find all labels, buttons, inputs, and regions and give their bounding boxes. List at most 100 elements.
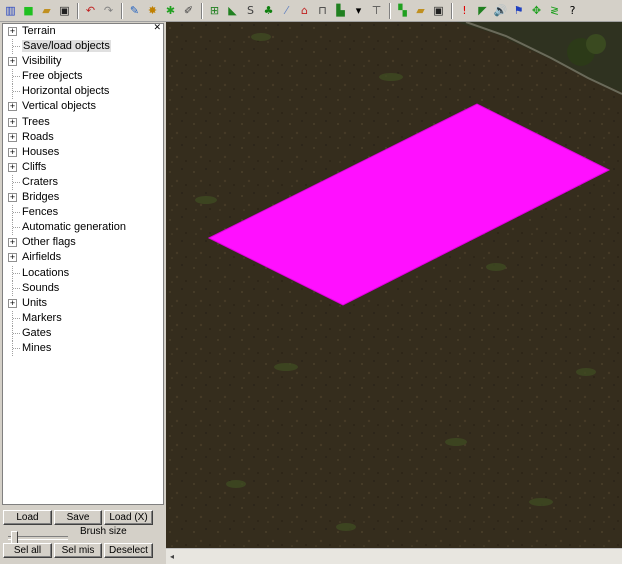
- expand-icon[interactable]: +: [8, 253, 17, 263]
- tree-item[interactable]: Sounds: [3, 280, 163, 296]
- brush-size-slider[interactable]: [8, 531, 68, 544]
- map-canvas[interactable]: [166, 22, 622, 548]
- tree-line: [12, 220, 20, 236]
- left-panel: ✕ + Terrain Save/load objects + Visibility Fr…: [0, 22, 166, 564]
- expand-icon[interactable]: +: [8, 147, 17, 157]
- sign-icon[interactable]: S: [242, 2, 259, 20]
- house-icon[interactable]: ⌂: [296, 2, 313, 20]
- tree-line: [12, 69, 20, 85]
- tree-item[interactable]: + Units: [3, 296, 163, 311]
- move-icon[interactable]: ✥: [528, 2, 545, 20]
- sound-icon[interactable]: 🔊: [492, 2, 509, 20]
- bridge-icon[interactable]: ⊤: [368, 2, 385, 20]
- undo-icon[interactable]: ↶: [82, 2, 99, 20]
- road-icon[interactable]: ⁄: [278, 2, 295, 20]
- tree-item[interactable]: Free objects: [3, 69, 163, 85]
- new-map-icon[interactable]: ■: [20, 2, 37, 20]
- toolbar-separator: [389, 2, 391, 19]
- alert-icon[interactable]: !: [456, 2, 473, 20]
- select-all-button[interactable]: Sel all: [3, 543, 52, 558]
- tree-item[interactable]: Automatic generation: [3, 220, 163, 236]
- brush-size-label: Brush size: [80, 526, 127, 537]
- objects-icon[interactable]: ⊞: [206, 2, 223, 20]
- tree-item[interactable]: + Terrain: [3, 24, 163, 39]
- flag-icon[interactable]: ▚: [394, 2, 411, 20]
- open-folder-icon[interactable]: ▰: [38, 2, 55, 20]
- help-icon[interactable]: ?: [564, 2, 581, 20]
- expand-icon[interactable]: +: [8, 238, 17, 248]
- marker-icon[interactable]: ⚑: [510, 2, 527, 20]
- expand-icon[interactable]: +: [8, 57, 17, 67]
- save-disk-icon[interactable]: ▣: [56, 2, 73, 20]
- expand-icon[interactable]: +: [8, 132, 17, 142]
- tree-item[interactable]: + Trees: [3, 115, 163, 130]
- expand-icon[interactable]: +: [8, 162, 17, 172]
- tree-item[interactable]: + Bridges: [3, 190, 163, 205]
- paint-terrain-icon[interactable]: ✎: [126, 2, 143, 20]
- load-x-button[interactable]: Load (X): [104, 510, 153, 525]
- tree-item-label: Airfields: [22, 251, 62, 264]
- deselect-button[interactable]: Deselect: [104, 543, 153, 558]
- tree-item[interactable]: Save/load objects: [3, 39, 163, 55]
- boot-icon[interactable]: ◣: [224, 2, 241, 20]
- save-button[interactable]: Save: [54, 510, 102, 525]
- toolbar-separator: [77, 2, 79, 19]
- fence-icon[interactable]: ⊓: [314, 2, 331, 20]
- tree-item[interactable]: + Other flags: [3, 235, 163, 250]
- palette-icon[interactable]: ✱: [162, 2, 179, 20]
- tree-item[interactable]: Mines: [3, 340, 163, 356]
- brush-icon[interactable]: ✸: [144, 2, 161, 20]
- expand-icon[interactable]: +: [8, 27, 17, 36]
- expand-icon[interactable]: +: [8, 193, 17, 203]
- tree-item-label: Vertical objects: [22, 100, 96, 113]
- tree-item-label: Save/load objects: [22, 40, 111, 53]
- folder-icon[interactable]: ▰: [412, 2, 429, 20]
- chart-icon[interactable]: ▥: [2, 2, 19, 20]
- scroll-left-icon[interactable]: ◂: [170, 552, 174, 561]
- tree-item[interactable]: Horizontal objects: [3, 84, 163, 100]
- tree-item[interactable]: + Cliffs: [3, 160, 163, 175]
- tree-line: [12, 280, 20, 296]
- tree-line: [12, 205, 20, 221]
- dropdown-icon[interactable]: ▾: [350, 2, 367, 20]
- tree-line: [12, 84, 20, 100]
- expand-icon[interactable]: +: [8, 102, 17, 112]
- wave-icon[interactable]: ≷: [546, 2, 563, 20]
- horizontal-scrollbar[interactable]: ◂: [166, 548, 622, 564]
- tree-item-label: Other flags: [22, 236, 76, 249]
- edit-icon[interactable]: ✐: [180, 2, 197, 20]
- tree-icon[interactable]: ♣: [260, 2, 277, 20]
- tree-item-label: Horizontal objects: [22, 85, 110, 98]
- tree-item-label: Gates: [22, 326, 52, 339]
- unit-icon[interactable]: ◤: [474, 2, 491, 20]
- tree-item[interactable]: + Airfields: [3, 250, 163, 265]
- cliff-icon[interactable]: ▙: [332, 2, 349, 20]
- expand-icon[interactable]: +: [8, 298, 17, 308]
- tree-item[interactable]: Locations: [3, 265, 163, 281]
- load-button[interactable]: Load: [3, 510, 52, 525]
- tree-item[interactable]: + Vertical objects: [3, 99, 163, 114]
- tree-item[interactable]: Fences: [3, 205, 163, 221]
- map-viewport[interactable]: [166, 22, 622, 548]
- tree-item[interactable]: Markers: [3, 310, 163, 326]
- redo-icon[interactable]: ↷: [100, 2, 117, 20]
- tree-item-label: Cliffs: [22, 160, 47, 173]
- tree-item[interactable]: + Roads: [3, 130, 163, 145]
- tree-line: [12, 39, 20, 55]
- object-tree[interactable]: ✕ + Terrain Save/load objects + Visibility Fr…: [2, 23, 164, 505]
- tree-item-label: Free objects: [22, 70, 83, 83]
- tree-item[interactable]: Craters: [3, 174, 163, 190]
- tree-item[interactable]: + Visibility: [3, 54, 163, 69]
- tree-item-label: Locations: [22, 266, 70, 279]
- tree-item-label: Bridges: [22, 191, 60, 204]
- tree-item[interactable]: Gates: [3, 325, 163, 341]
- tree-item[interactable]: + Houses: [3, 145, 163, 160]
- select-mission-button[interactable]: Sel mis: [54, 543, 102, 558]
- toolbar-separator: [121, 2, 123, 19]
- ground-texture: [166, 22, 622, 548]
- tree-item-label: Fences: [22, 206, 59, 219]
- tree-item-label: Terrain: [22, 25, 56, 37]
- tree-line: [12, 340, 20, 356]
- expand-icon[interactable]: +: [8, 117, 17, 127]
- disk-icon[interactable]: ▣: [430, 2, 447, 20]
